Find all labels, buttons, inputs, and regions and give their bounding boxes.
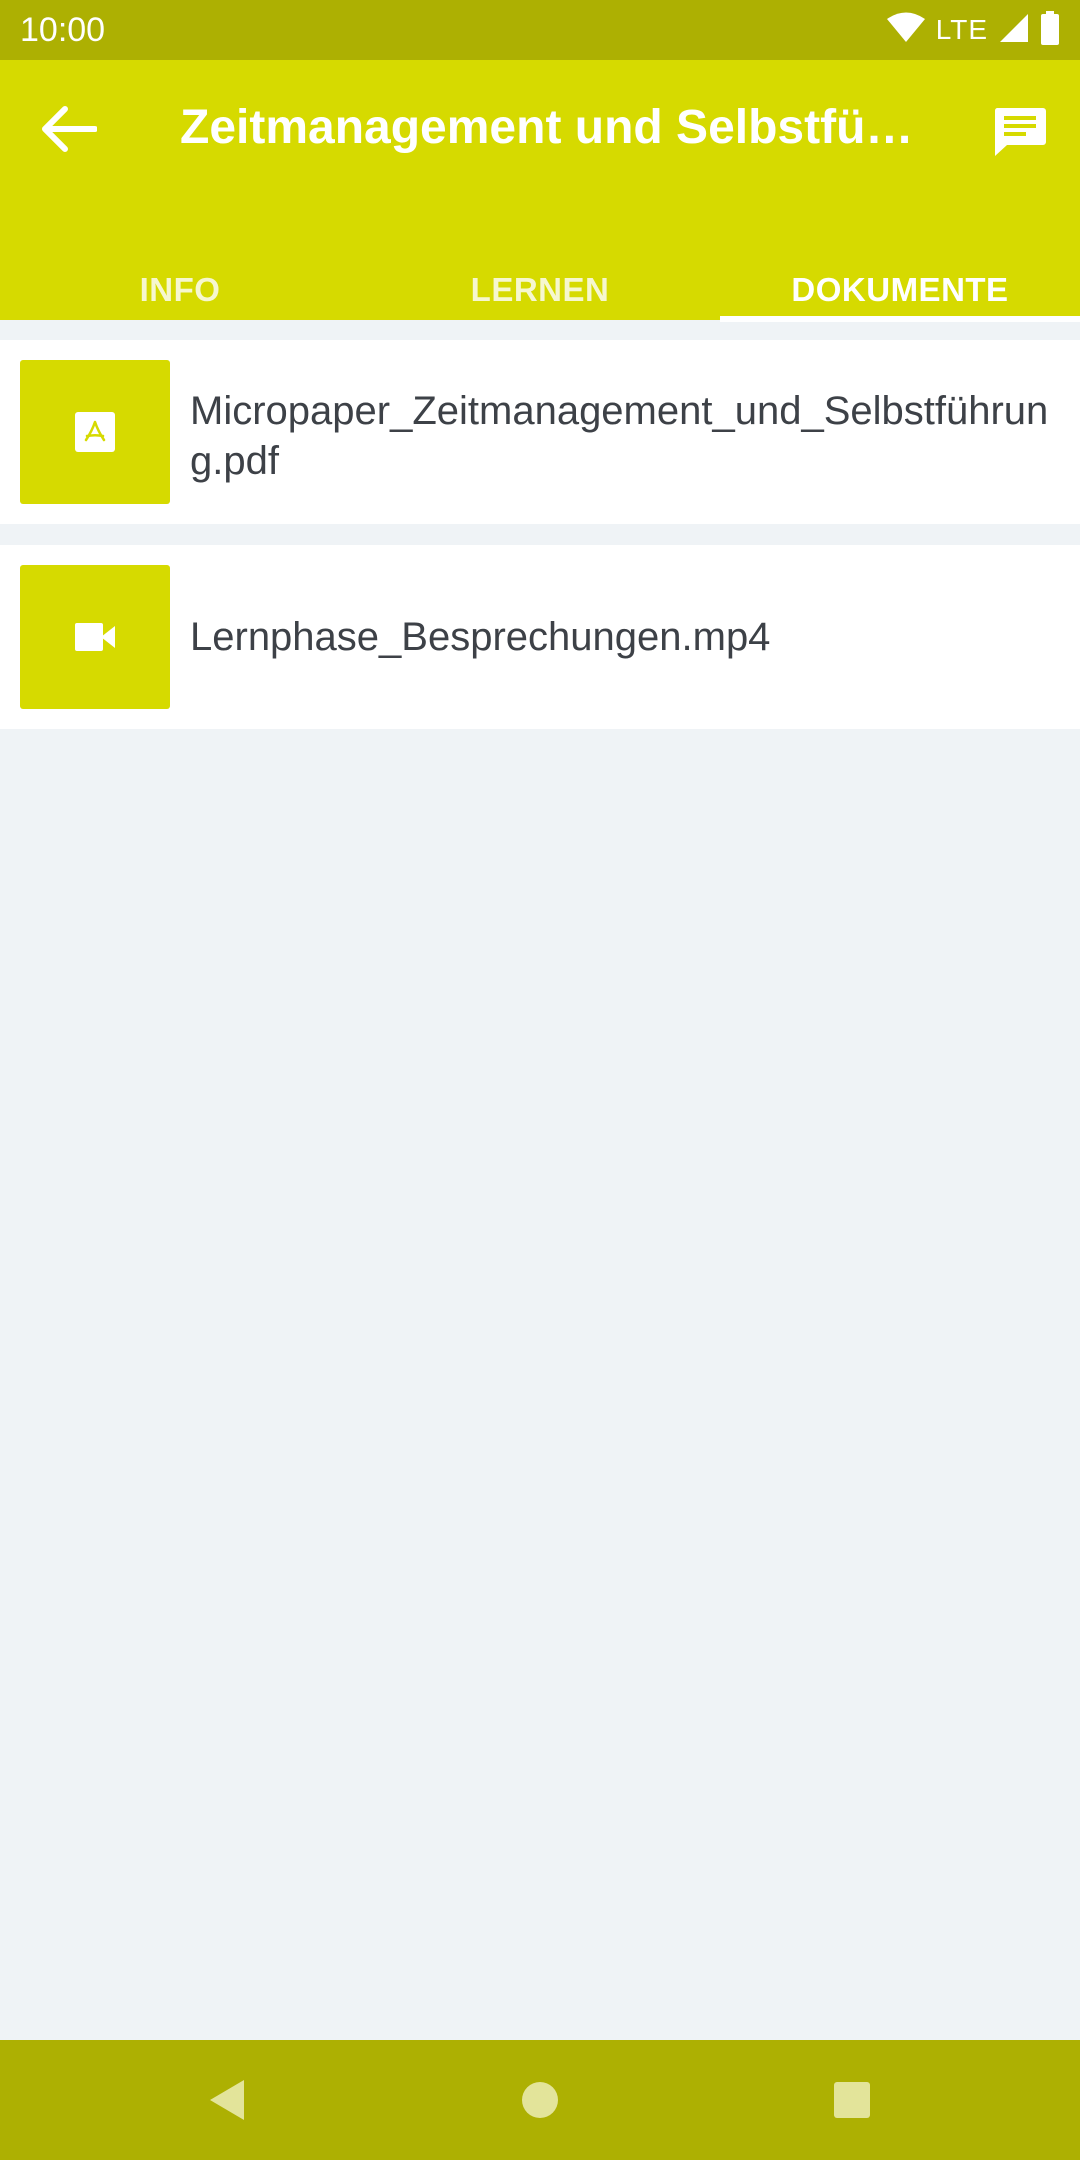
nav-back-icon xyxy=(210,2080,244,2120)
document-name: Lernphase_Besprechungen.mp4 xyxy=(190,615,771,659)
document-item-pdf[interactable]: Micropaper_Zeitmanagement_und_Selbstführ… xyxy=(0,340,1080,524)
tab-dokumente[interactable]: DOKUMENTE xyxy=(720,260,1080,322)
status-icons: LTE xyxy=(886,10,1060,50)
chat-icon xyxy=(994,108,1046,156)
page-title: Zeitmanagement und Selbstführung xyxy=(180,102,940,154)
battery-icon xyxy=(1040,10,1060,50)
chat-button[interactable] xyxy=(988,100,1052,164)
signal-icon xyxy=(998,12,1030,49)
wifi-icon xyxy=(886,12,926,49)
nav-home-icon xyxy=(522,2082,558,2118)
status-time: 10:00 xyxy=(20,10,106,49)
tab-bar: INFO LERNEN DOKUMENTE xyxy=(0,260,1080,322)
nav-back-button[interactable] xyxy=(204,2076,252,2124)
pdf-icon xyxy=(75,412,115,452)
video-icon xyxy=(75,623,115,651)
nav-home-button[interactable] xyxy=(516,2076,564,2124)
back-button[interactable] xyxy=(38,98,100,160)
tab-info[interactable]: INFO xyxy=(0,260,360,320)
nav-recents-button[interactable] xyxy=(828,2076,876,2124)
status-bar: 10:00 LTE xyxy=(0,0,1080,60)
app-bar: Zeitmanagement und Selbstführung INFO LE… xyxy=(0,60,1080,322)
network-type: LTE xyxy=(935,14,988,45)
tab-lernen-label: LERNEN xyxy=(470,271,610,308)
arrow-back-icon xyxy=(42,106,97,152)
tab-info-label: INFO xyxy=(139,271,221,308)
document-item-video[interactable]: Lernphase_Besprechungen.mp4 xyxy=(0,545,1080,729)
nav-recents-icon xyxy=(834,2082,870,2118)
tab-dokumente-label: DOKUMENTE xyxy=(791,271,1009,308)
tab-lernen[interactable]: LERNEN xyxy=(360,260,720,320)
system-nav-bar xyxy=(0,2040,1080,2160)
document-thumbnail xyxy=(20,360,170,504)
document-name: Micropaper_Zeitmanagement_und_Selbstführ… xyxy=(190,389,1049,483)
document-thumbnail xyxy=(20,565,170,709)
